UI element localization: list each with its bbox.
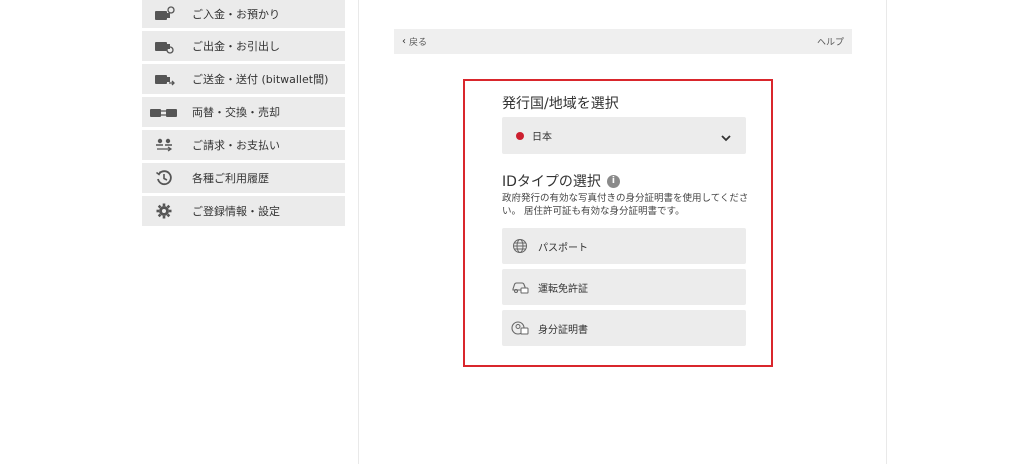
withdraw-icon bbox=[142, 38, 186, 54]
back-button[interactable]: ‹ 戻る bbox=[402, 35, 427, 48]
back-label: 戻る bbox=[409, 38, 428, 48]
sidebar-item-history[interactable]: 各種ご利用履歴 bbox=[142, 163, 345, 194]
deposit-icon bbox=[142, 6, 186, 22]
option-passport[interactable]: パスポート bbox=[502, 228, 746, 264]
id-type-description: 政府発行の有効な写真付きの身分証明書を使用してください。 居住許可証も有効な身分… bbox=[502, 193, 749, 217]
country-select[interactable]: 日本 bbox=[502, 117, 746, 154]
id-card-icon bbox=[511, 319, 529, 337]
sidebar-item-label: ご入金・お預かり bbox=[192, 8, 280, 21]
help-link[interactable]: ヘルプ bbox=[817, 35, 844, 48]
option-label: パスポート bbox=[538, 242, 588, 254]
sidebar: ご入金・お預かり ご出金・お引出し ご送金・送付 (bitwallet間) 両替… bbox=[142, 0, 345, 229]
country-title: 発行国/地域を選択 bbox=[502, 96, 619, 112]
id-type-title: IDタイプの選択 i bbox=[502, 171, 620, 191]
sidebar-item-label: ご請求・お支払い bbox=[192, 139, 280, 152]
info-icon[interactable]: i bbox=[606, 174, 620, 188]
history-icon bbox=[142, 169, 186, 187]
option-drivers-license[interactable]: 運転免許証 bbox=[502, 269, 746, 305]
sidebar-item-request[interactable]: ご請求・お支払い bbox=[142, 130, 345, 161]
request-icon bbox=[142, 137, 186, 153]
option-label: 身分証明書 bbox=[538, 324, 588, 336]
chevron-down-icon bbox=[720, 129, 732, 148]
sidebar-item-label: ご送金・送付 (bitwallet間) bbox=[192, 73, 329, 86]
car-icon bbox=[511, 278, 529, 296]
japan-flag-icon bbox=[516, 131, 524, 140]
sidebar-item-label: 各種ご利用履歴 bbox=[192, 172, 269, 185]
gear-icon bbox=[142, 202, 186, 220]
sidebar-item-label: ご登録情報・設定 bbox=[192, 205, 280, 218]
country-value: 日本 bbox=[532, 132, 552, 143]
transfer-icon bbox=[142, 71, 186, 87]
sidebar-item-settings[interactable]: ご登録情報・設定 bbox=[142, 196, 345, 227]
exchange-icon bbox=[142, 104, 186, 120]
top-navigation-bar: ‹ 戻る ヘルプ bbox=[394, 29, 852, 54]
content-divider-left bbox=[358, 0, 359, 464]
chevron-left-icon: ‹ bbox=[402, 36, 406, 47]
sidebar-item-withdraw[interactable]: ご出金・お引出し bbox=[142, 31, 345, 62]
sidebar-item-label: ご出金・お引出し bbox=[192, 40, 280, 53]
id-selection-panel: 発行国/地域を選択 日本 IDタイプの選択 i 政府発行の有効な写真付きの身分証… bbox=[463, 79, 773, 367]
sidebar-item-label: 両替・交換・売却 bbox=[192, 106, 280, 119]
sidebar-item-deposit[interactable]: ご入金・お預かり bbox=[142, 0, 345, 29]
content-divider-right bbox=[886, 0, 887, 464]
sidebar-item-exchange[interactable]: 両替・交換・売却 bbox=[142, 97, 345, 128]
id-type-title-text: IDタイプの選択 bbox=[502, 174, 601, 190]
option-label: 運転免許証 bbox=[538, 283, 588, 295]
globe-icon bbox=[511, 237, 529, 255]
sidebar-item-transfer[interactable]: ご送金・送付 (bitwallet間) bbox=[142, 64, 345, 95]
option-id-card[interactable]: 身分証明書 bbox=[502, 310, 746, 346]
